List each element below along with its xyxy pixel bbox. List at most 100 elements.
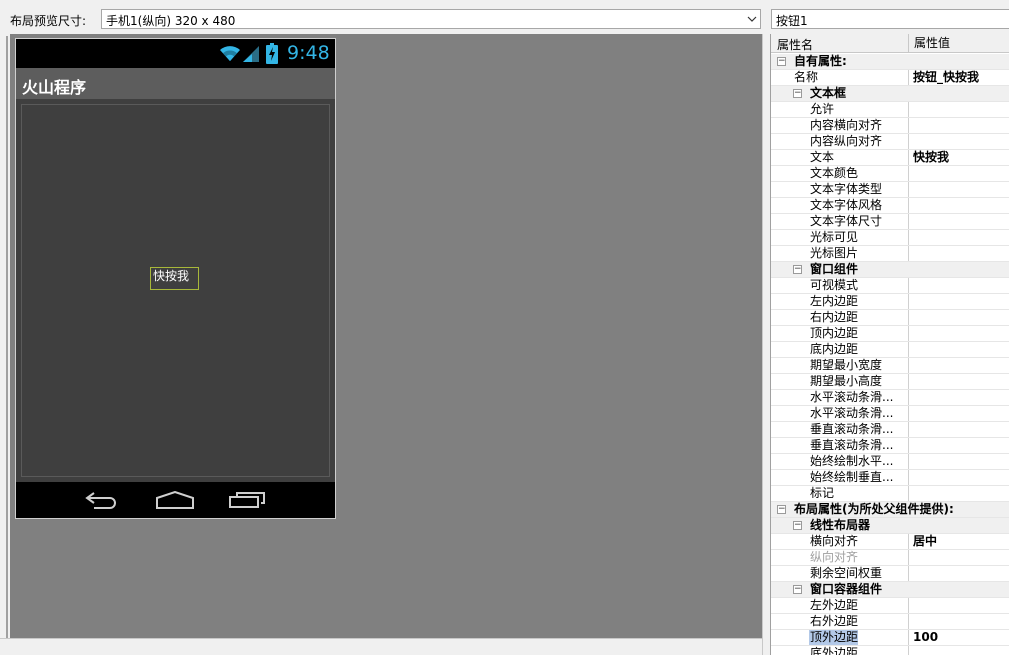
layout-size-select[interactable]: 手机1(纵向) 320 x 480 [101,9,761,29]
property-value[interactable] [908,342,1009,357]
left-gutter-divider [6,36,8,646]
property-group-row[interactable]: − 线性布局器 [771,518,1009,534]
property-row[interactable]: 文本 快按我 [771,150,1009,166]
phone-status-bar: 9:48 [16,39,335,68]
property-row[interactable]: 顶内边距 [771,326,1009,342]
collapse-toggle-icon[interactable]: − [777,57,786,66]
property-value[interactable] [908,326,1009,341]
property-value[interactable] [908,102,1009,117]
property-value[interactable]: 100 [908,630,1009,645]
property-row[interactable]: 文本字体风格 [771,198,1009,214]
property-name: 剩余空间权重 [810,566,883,580]
property-row[interactable]: 水平滚动条滑... [771,406,1009,422]
linear-layout-container[interactable] [21,104,330,477]
phone-preview: 9:48 火山程序 快按我 [15,38,336,519]
property-row[interactable]: 底内边距 [771,342,1009,358]
property-value[interactable] [908,358,1009,373]
property-grid-header: 属性名 属性值 [771,34,1009,53]
property-name: 右外边距 [810,614,859,628]
property-row[interactable]: 垂直滚动条滑... [771,438,1009,454]
recent-apps-icon[interactable] [228,491,266,512]
collapse-toggle-icon[interactable]: − [793,585,802,594]
collapse-toggle-icon[interactable]: − [777,505,786,514]
property-row[interactable]: 光标图片 [771,246,1009,262]
property-value[interactable] [908,406,1009,421]
property-row[interactable]: 始终绘制垂直... [771,470,1009,486]
property-row[interactable]: 标记 [771,486,1009,502]
panel-splitter[interactable] [762,34,770,655]
property-row[interactable]: 内容横向对齐 [771,118,1009,134]
property-group-row[interactable]: − 窗口容器组件 [771,582,1009,598]
property-value[interactable] [908,470,1009,485]
property-name: 垂直滚动条滑... [810,422,894,436]
property-value[interactable] [908,118,1009,133]
property-value[interactable] [908,278,1009,293]
property-row[interactable]: 允许 [771,102,1009,118]
property-value[interactable] [908,134,1009,149]
property-value[interactable] [908,310,1009,325]
property-row[interactable]: 右外边距 [771,614,1009,630]
home-icon[interactable] [155,490,195,512]
property-name: 允许 [810,102,835,116]
property-row[interactable]: 顶外边距 100 [771,630,1009,646]
property-value[interactable] [908,598,1009,613]
property-row[interactable]: 始终绘制水平... [771,454,1009,470]
property-row[interactable]: 水平滚动条滑... [771,390,1009,406]
collapse-toggle-icon[interactable]: − [793,521,802,530]
property-name: 期望最小宽度 [810,358,883,372]
collapse-toggle-icon[interactable]: − [793,265,802,274]
property-value[interactable] [908,390,1009,405]
property-group-row[interactable]: − 布局属性(为所处父组件提供): [771,502,1009,518]
component-name-field[interactable]: 按钮1 [771,9,1009,29]
property-value[interactable]: 按钮_快按我 [908,70,1009,85]
property-group-row[interactable]: − 自有属性: [771,54,1009,70]
property-value[interactable] [908,230,1009,245]
property-row[interactable]: 右内边距 [771,310,1009,326]
property-group-row[interactable]: − 文本框 [771,86,1009,102]
property-value[interactable] [908,166,1009,181]
property-value[interactable] [908,182,1009,197]
property-value[interactable] [908,550,1009,565]
property-group-row[interactable]: − 窗口组件 [771,262,1009,278]
property-name: 名称 [794,70,819,84]
property-name: 纵向对齐 [810,550,859,564]
property-row[interactable]: 底外边距 [771,646,1009,655]
collapse-toggle-icon[interactable]: − [793,89,802,98]
property-value[interactable]: 居中 [908,534,1009,549]
property-row[interactable]: 剩余空间权重 [771,566,1009,582]
property-value[interactable] [908,454,1009,469]
property-value[interactable] [908,614,1009,629]
property-value[interactable] [908,422,1009,437]
property-value[interactable] [908,566,1009,581]
property-row[interactable]: 内容纵向对齐 [771,134,1009,150]
property-value[interactable] [908,198,1009,213]
property-row[interactable]: 光标可见 [771,230,1009,246]
property-value[interactable]: 快按我 [908,150,1009,165]
property-row[interactable]: 左内边距 [771,294,1009,310]
property-row[interactable]: 文本字体尺寸 [771,214,1009,230]
property-value[interactable] [908,438,1009,453]
property-row[interactable]: 可视模式 [771,278,1009,294]
chevron-down-icon[interactable] [743,10,760,28]
battery-charging-icon [266,43,278,67]
property-name: 布局属性(为所处父组件提供): [794,502,954,516]
property-value[interactable] [908,214,1009,229]
property-value[interactable] [908,374,1009,389]
back-icon[interactable] [84,491,120,512]
property-name: 文本颜色 [810,166,859,180]
quick-press-button[interactable]: 快按我 [150,267,199,290]
property-row[interactable]: 左外边距 [771,598,1009,614]
property-value[interactable] [908,246,1009,261]
property-row[interactable]: 期望最小高度 [771,374,1009,390]
property-row[interactable]: 文本字体类型 [771,182,1009,198]
property-value[interactable] [908,294,1009,309]
property-row[interactable]: 期望最小宽度 [771,358,1009,374]
property-row[interactable]: 文本颜色 [771,166,1009,182]
property-row[interactable]: 纵向对齐 [771,550,1009,566]
property-value[interactable] [908,486,1009,501]
property-row[interactable]: 横向对齐 居中 [771,534,1009,550]
property-row[interactable]: 垂直滚动条滑... [771,422,1009,438]
property-row[interactable]: 名称 按钮_快按我 [771,70,1009,86]
property-value[interactable] [908,646,1009,655]
canvas-bottom-bar [0,638,768,655]
